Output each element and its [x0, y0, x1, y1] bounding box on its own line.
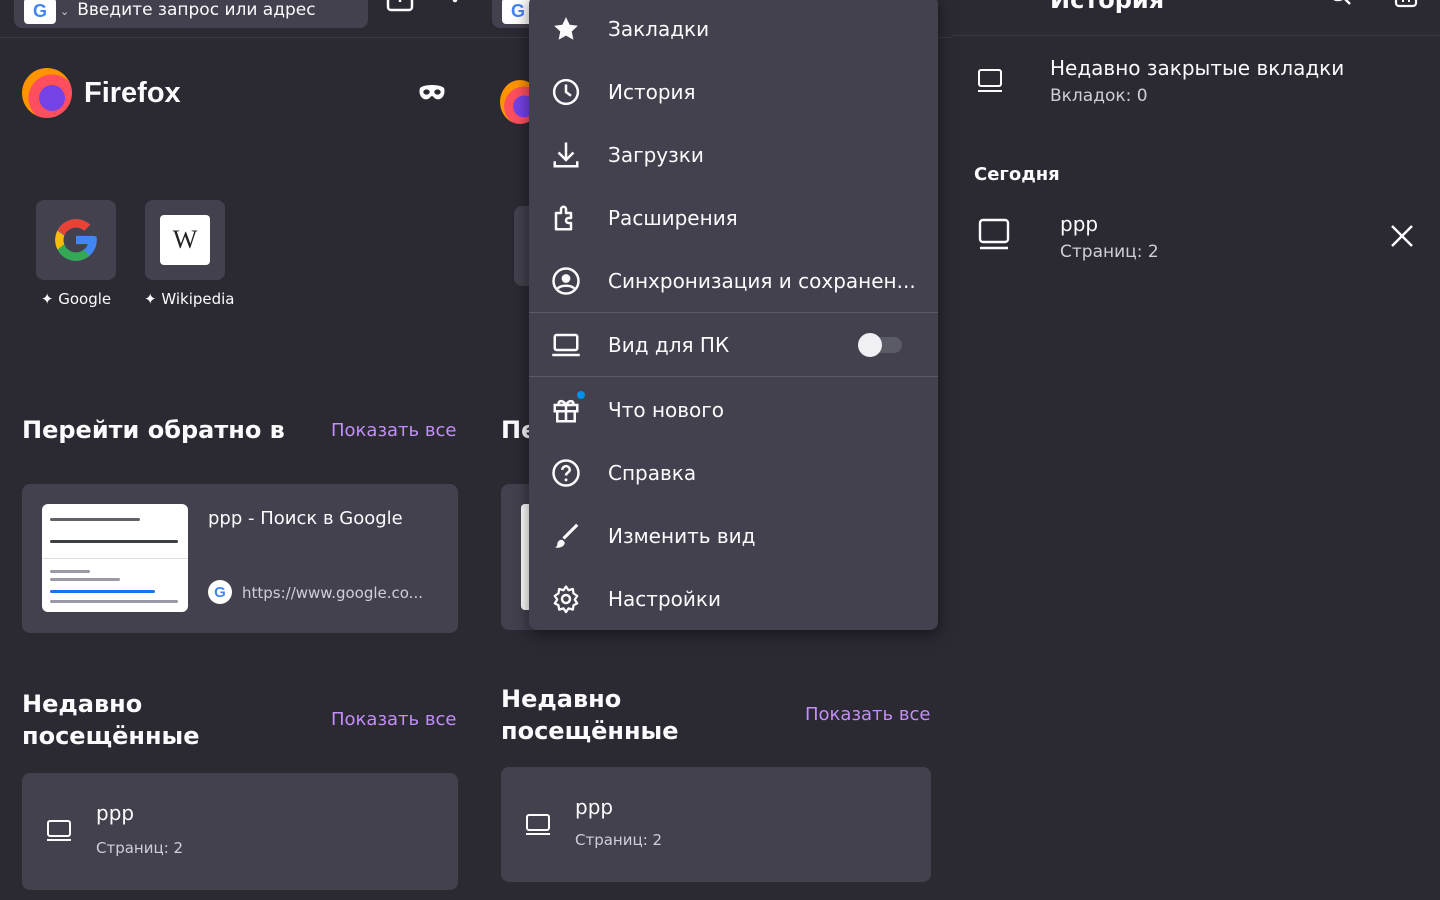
brush-icon	[554, 523, 579, 548]
search-icon[interactable]	[1328, 0, 1354, 8]
wikipedia-icon: W	[160, 215, 210, 265]
menu-item-label: Расширения	[608, 206, 738, 230]
firefox-logo: Firefox	[22, 68, 181, 118]
item-name: ррр	[575, 795, 614, 819]
google-tile[interactable]	[36, 200, 116, 280]
star-icon	[554, 17, 578, 40]
main-menu: Закладки История Загрузки Расширения Син…	[529, 0, 938, 630]
back-arrow-icon[interactable]	[976, 0, 992, 8]
recent-title-line2: посещённые	[22, 722, 200, 750]
item-name: ррр	[96, 801, 135, 825]
card-url: https://www.google.co...	[242, 584, 423, 602]
show-all-link[interactable]: Показать все	[331, 709, 456, 730]
menu-item-history[interactable]: История	[529, 61, 938, 123]
menu-item-label: Синхронизация и сохранен...	[608, 269, 916, 293]
tab-group-icon	[47, 820, 71, 841]
menu-divider	[529, 376, 938, 377]
recent-title-line1: Недавно	[22, 690, 143, 718]
url-bar[interactable]: G ⌄ Введите запрос или адрес	[14, 0, 368, 28]
recent-card[interactable]: ррр Страниц: 2	[501, 767, 931, 882]
menu-item-label: Загрузки	[608, 143, 704, 167]
menu-item-label: Настройки	[608, 587, 721, 611]
jump-back-title: Перейти обратно в	[22, 416, 285, 444]
download-icon	[553, 142, 579, 168]
url-placeholder: Введите запрос или адрес	[77, 0, 316, 20]
menu-item-settings[interactable]: Настройки	[529, 568, 938, 630]
firefox-logo-icon	[22, 68, 72, 118]
menu-item-extensions[interactable]: Расширения	[529, 187, 938, 249]
puzzle-icon	[554, 205, 573, 231]
history-header: История	[952, 0, 1440, 36]
shortcut-label: ✦ Wikipedia	[144, 290, 235, 308]
close-icon[interactable]	[1390, 224, 1414, 248]
home-panel: G ⌄ Введите запрос или адрес Firefox ✦ G…	[0, 0, 480, 900]
item-sub: Страниц: 2	[575, 831, 663, 849]
shortcut-label: ✦ Google	[40, 290, 112, 308]
notification-dot	[577, 391, 585, 399]
jump-back-card[interactable]: ррр - Поиск в Google G https://www.googl…	[22, 484, 458, 633]
menu-item-label: Закладки	[608, 17, 710, 41]
shortcut-google[interactable]: ✦ Google	[35, 200, 117, 308]
item-name: ррр	[1060, 212, 1099, 236]
page-thumbnail	[42, 504, 188, 612]
item-sub: Страниц: 2	[1060, 242, 1159, 262]
section-today: Сегодня	[974, 164, 1060, 185]
show-all-link[interactable]: Показать все	[805, 704, 930, 725]
card-title: ррр - Поиск в Google	[208, 508, 403, 529]
menu-item-bookmarks[interactable]: Закладки	[529, 0, 938, 60]
show-all-link[interactable]: Показать все	[331, 420, 456, 441]
recent-card[interactable]: ррр Страниц: 2	[22, 773, 458, 890]
account-icon	[552, 267, 580, 295]
search-engine-icon[interactable]: G	[24, 0, 56, 24]
toggle-knob	[858, 333, 882, 357]
menu-item-label: Справка	[608, 461, 697, 485]
menu-divider	[529, 312, 938, 313]
tab-group-icon	[526, 814, 550, 835]
recent-title-line1: Недавно	[501, 685, 622, 713]
history-title: История	[1050, 0, 1165, 14]
recently-closed-count: Вкладок: 0	[1050, 86, 1148, 106]
tab-group-icon	[978, 218, 1010, 250]
menu-item-help[interactable]: Справка	[529, 442, 938, 504]
more-menu-icon[interactable]	[450, 0, 460, 14]
menu-item-downloads[interactable]: Загрузки	[529, 124, 938, 186]
chevron-down-icon: ⌄	[60, 4, 70, 18]
menu-item-label: История	[608, 80, 696, 104]
recently-closed-title: Недавно закрытые вкладки	[1050, 56, 1345, 80]
gift-icon	[553, 399, 579, 423]
wikipedia-tile[interactable]: W	[145, 200, 225, 280]
recent-title: Недавно посещённые	[501, 683, 679, 747]
brand-wordmark: Firefox	[84, 76, 181, 109]
recent-title: Недавно посещённые	[22, 688, 200, 752]
laptop-icon	[552, 333, 580, 357]
gear-icon	[553, 585, 579, 614]
tab-group-icon	[978, 69, 1002, 92]
item-sub: Страниц: 2	[96, 839, 184, 857]
menu-item-label: Изменить вид	[608, 524, 756, 548]
shortcut-wikipedia[interactable]: W ✦ Wikipedia	[144, 200, 235, 308]
menu-item-desktop-site[interactable]: Вид для ПК	[529, 314, 938, 376]
tabs-icon[interactable]	[386, 0, 414, 14]
clock-icon	[552, 78, 580, 106]
private-browsing-icon[interactable]	[418, 84, 446, 104]
menu-item-customize[interactable]: Изменить вид	[529, 505, 938, 567]
menu-item-label: Что нового	[608, 398, 725, 422]
google-favicon-icon: G	[208, 580, 232, 604]
desktop-site-toggle[interactable]	[858, 333, 902, 357]
recently-closed-row[interactable]: Недавно закрытые вкладки Вкладок: 0	[952, 50, 1440, 120]
toolbar: G ⌄ Введите запрос или адрес	[0, 0, 480, 38]
help-icon	[552, 459, 580, 487]
recent-title-line2: посещённые	[501, 717, 679, 745]
menu-item-whats-new[interactable]: Что нового	[529, 379, 938, 441]
history-item[interactable]: ррр Страниц: 2	[952, 200, 1440, 276]
menu-item-label: Вид для ПК	[608, 333, 730, 357]
menu-item-sync[interactable]: Синхронизация и сохранен...	[529, 250, 938, 312]
delete-history-icon[interactable]	[1394, 0, 1418, 8]
google-icon	[55, 219, 97, 261]
history-panel: История Недавно закрытые вкладки Вкладок…	[952, 0, 1440, 900]
